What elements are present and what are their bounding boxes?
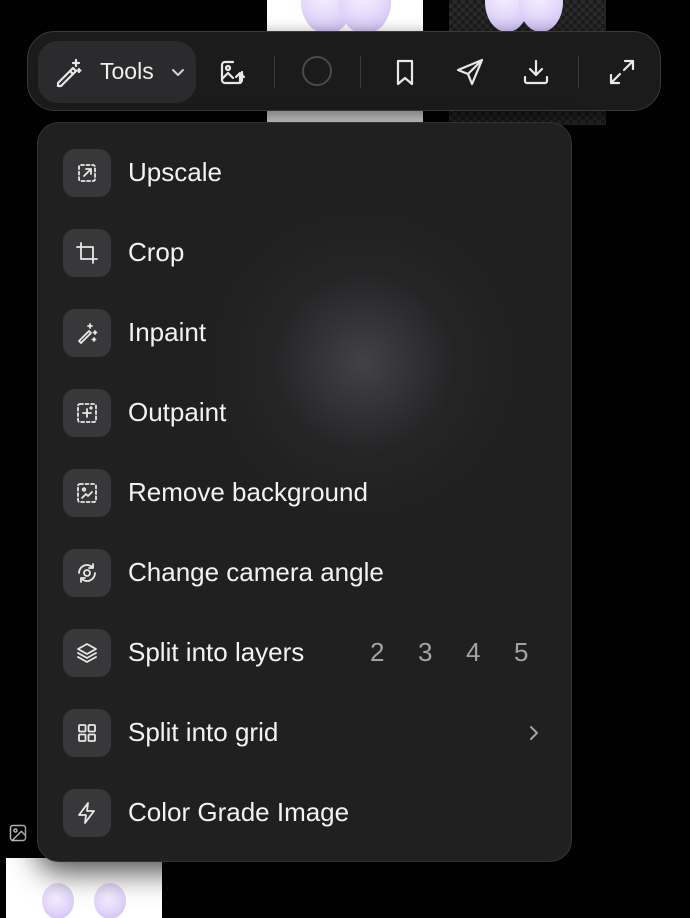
- toolbar-divider: [578, 56, 579, 88]
- inpaint-icon: [78, 323, 98, 344]
- menu-item-label: Color Grade Image: [128, 797, 350, 827]
- upscale-icon-box: [63, 149, 111, 197]
- menu-item-upscale[interactable]: Upscale: [38, 133, 571, 213]
- bookmark-icon[interactable]: [389, 56, 421, 88]
- lightning-icon: [78, 802, 95, 824]
- toolbar-divider: [274, 56, 275, 88]
- camera-angle-icon: [78, 563, 96, 583]
- outpaint-icon-box: [63, 389, 111, 437]
- canvas-image-thumbnail-bottom[interactable]: [6, 858, 162, 918]
- menu-item-remove-background[interactable]: Remove background: [38, 453, 571, 533]
- download-icon[interactable]: [520, 56, 552, 88]
- color-swatch[interactable]: [302, 56, 332, 86]
- menu-item-label: Change camera angle: [128, 557, 384, 587]
- remove-background-icon: [77, 483, 97, 503]
- image-content: [339, 0, 391, 34]
- menu-item-label: Crop: [128, 237, 185, 267]
- crop-icon: [76, 242, 98, 264]
- layer-count-option-4[interactable]: 4: [466, 637, 480, 668]
- lightning-icon-box: [63, 789, 111, 837]
- outpaint-icon: [77, 403, 97, 423]
- remove-background-icon-box: [63, 469, 111, 517]
- menu-item-label: Upscale: [128, 157, 222, 187]
- crop-icon-box: [63, 229, 111, 277]
- tools-dropdown-button[interactable]: Tools: [38, 41, 196, 103]
- image-toolbar: Tools: [27, 31, 661, 111]
- upscale-icon: [78, 164, 96, 182]
- menu-item-label: Outpaint: [128, 397, 227, 427]
- toolbar-divider: [360, 56, 361, 88]
- grid-icon: [78, 724, 96, 742]
- menu-item-label: Split into layers: [128, 637, 305, 667]
- tools-label: Tools: [100, 58, 154, 84]
- menu-item-color-grade-image[interactable]: Color Grade Image: [38, 773, 571, 853]
- camera-angle-icon-box: [63, 549, 111, 597]
- expand-icon[interactable]: [606, 56, 638, 88]
- menu-item-split-into-layers[interactable]: Split into layers 2 3 4 5: [38, 613, 571, 693]
- layers-icon: [77, 643, 97, 663]
- image-icon[interactable]: [8, 823, 28, 843]
- menu-item-label: Inpaint: [128, 317, 207, 347]
- image-content: [519, 0, 563, 32]
- grid-icon-box: [63, 709, 111, 757]
- chevron-right-icon: [530, 726, 538, 740]
- menu-item-label: Split into grid: [128, 717, 279, 747]
- menu-item-outpaint[interactable]: Outpaint: [38, 373, 571, 453]
- layer-count-option-2[interactable]: 2: [370, 637, 384, 668]
- menu-item-inpaint[interactable]: Inpaint: [38, 293, 571, 373]
- image-content: [42, 883, 74, 918]
- magic-wand-icon: [56, 58, 82, 88]
- chevron-down-icon: [172, 69, 184, 76]
- layer-count-option-3[interactable]: 3: [418, 637, 432, 668]
- tools-menu: Upscale Crop Inpaint Outpaint Remove bac…: [37, 122, 572, 862]
- menu-item-label: Remove background: [128, 477, 368, 507]
- menu-item-split-into-grid[interactable]: Split into grid: [38, 693, 571, 773]
- image-content: [94, 883, 126, 918]
- layer-count-option-5[interactable]: 5: [514, 637, 528, 668]
- menu-item-crop[interactable]: Crop: [38, 213, 571, 293]
- menu-item-change-camera-angle[interactable]: Change camera angle: [38, 533, 571, 613]
- image-upload-icon[interactable]: [216, 56, 248, 88]
- send-icon[interactable]: [454, 56, 486, 88]
- inpaint-icon-box: [63, 309, 111, 357]
- layers-icon-box: [63, 629, 111, 677]
